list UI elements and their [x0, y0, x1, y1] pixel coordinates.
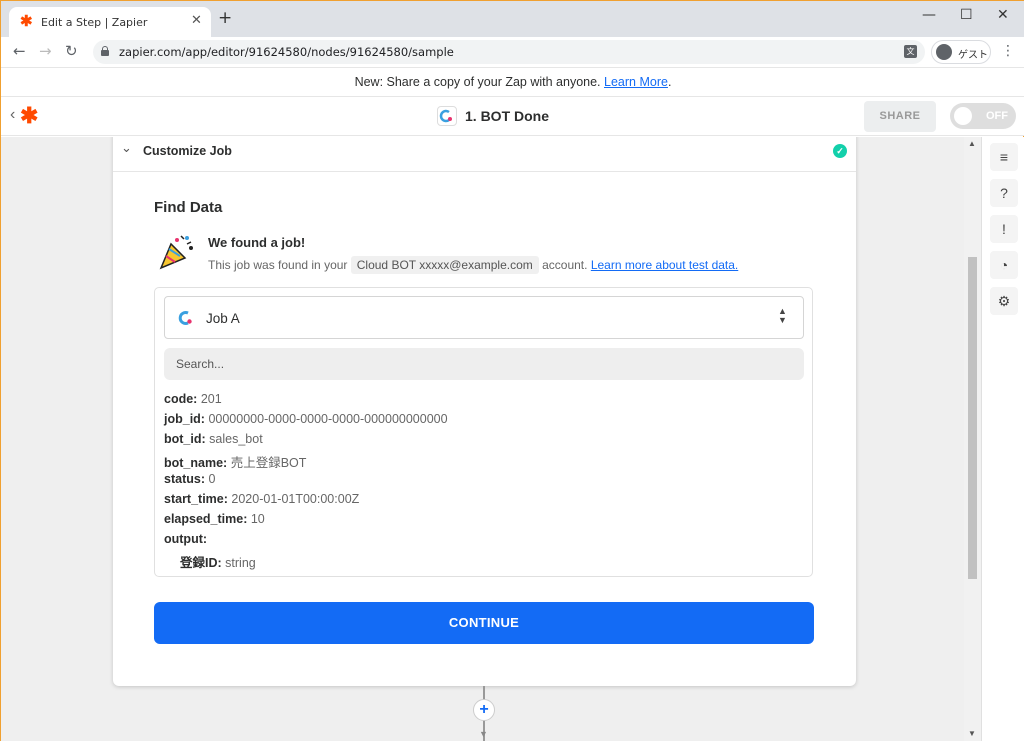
history-icon[interactable]: ◔ — [990, 251, 1018, 279]
field-key: code: — [164, 392, 198, 406]
step-card: ⌄ Customize Job ✓ Find Data We found a j… — [113, 137, 856, 686]
section-title: Customize Job — [143, 144, 232, 158]
translate-icon[interactable]: 文 — [904, 45, 917, 58]
browser-tab[interactable]: ✱ Edit a Step | Zapier ✕ — [9, 7, 211, 37]
tab-bar: ✱ Edit a Step | Zapier ✕ + — ☐ ✕ — [1, 1, 1024, 37]
gear-icon[interactable]: ⚙ — [990, 287, 1018, 315]
learn-more-test-data-link[interactable]: Learn more about test data. — [591, 258, 738, 272]
toggle-knob — [954, 107, 972, 125]
customize-job-header[interactable]: ⌄ Customize Job ✓ — [113, 137, 856, 172]
field-value: sales_bot — [209, 432, 263, 446]
tab-title: Edit a Step | Zapier — [41, 16, 148, 29]
forward-icon[interactable]: → — [39, 42, 52, 60]
cloud-bot-job-icon — [177, 309, 195, 327]
avatar-icon — [936, 44, 952, 60]
vertical-scrollbar[interactable]: ▲ ▼ — [964, 137, 981, 741]
scroll-up-icon[interactable]: ▲ — [968, 139, 976, 148]
continue-button[interactable]: CONTINUE — [154, 602, 814, 644]
party-popper-icon — [157, 232, 197, 272]
search-input[interactable] — [164, 348, 804, 380]
details-icon[interactable]: ≡ — [990, 143, 1018, 171]
field-row: bot_name: 売上登録BOT — [164, 452, 306, 471]
field-key: elapsed_time: — [164, 512, 248, 526]
right-sidebar: ≡ ? ! ◔ ⚙ — [981, 137, 1024, 741]
learn-more-link[interactable]: Learn More — [604, 75, 668, 89]
field-row: status: 0 — [164, 472, 215, 486]
back-chevron-icon[interactable]: ‹ — [10, 106, 15, 124]
field-row: start_time: 2020-01-01T00:00:00Z — [164, 492, 359, 506]
scrollbar-thumb[interactable] — [968, 257, 977, 579]
lock-icon — [101, 46, 109, 56]
zapier-favicon-icon: ✱ — [20, 13, 33, 30]
new-tab-button[interactable]: + — [218, 10, 232, 27]
field-key: 登録ID: — [180, 556, 222, 570]
found-prefix: This job was found in your — [208, 258, 348, 272]
field-value: 00000000-0000-0000-0000-000000000000 — [208, 412, 448, 426]
field-value: 201 — [200, 392, 222, 406]
field-value: 売上登録BOT — [230, 456, 307, 470]
found-description: This job was found in your Cloud BOT xxx… — [208, 256, 738, 274]
field-value: string — [225, 556, 256, 570]
profile-button[interactable]: ゲスト — [931, 40, 991, 64]
field-value: 2020-01-01T00:00:00Z — [231, 492, 360, 506]
field-value: 0 — [208, 472, 216, 486]
add-step-button[interactable]: + — [473, 699, 495, 721]
find-data-title: Find Data — [154, 199, 223, 216]
reload-icon[interactable]: ↻ — [65, 42, 78, 60]
found-suffix: account. — [542, 258, 588, 272]
field-key: job_id: — [164, 412, 205, 426]
url-text: zapier.com/app/editor/91624580/nodes/916… — [119, 45, 454, 59]
field-row: output: — [164, 532, 207, 546]
browser-toolbar: ← → ↻ zapier.com/app/editor/91624580/nod… — [1, 37, 1024, 67]
check-icon: ✓ — [833, 144, 847, 158]
account-name: Cloud BOT xxxxx@example.com — [356, 258, 533, 272]
maximize-icon[interactable]: ☐ — [960, 7, 973, 23]
field-key: start_time: — [164, 492, 228, 506]
scroll-down-icon[interactable]: ▼ — [968, 729, 976, 738]
zapier-logo-icon[interactable]: ✱ — [20, 105, 38, 127]
chevron-down-icon[interactable]: ⌄ — [121, 141, 132, 156]
field-row: bot_id: sales_bot — [164, 432, 263, 446]
banner-text: New: Share a copy of your Zap with anyon… — [354, 75, 605, 89]
share-button[interactable]: SHARE — [864, 101, 936, 132]
editor-header: ‹ ✱ 1. BOT Done SHARE OFF — [1, 97, 1024, 136]
field-row: job_id: 00000000-0000-0000-0000-00000000… — [164, 412, 448, 426]
cloud-bot-app-icon — [437, 106, 457, 126]
close-window-icon[interactable]: ✕ — [997, 7, 1009, 23]
selected-job: Job A — [206, 311, 240, 326]
address-bar[interactable]: zapier.com/app/editor/91624580/nodes/916… — [93, 40, 925, 64]
zap-toggle[interactable]: OFF — [950, 103, 1016, 129]
select-arrows-icon: ▲ ▼ — [778, 306, 787, 325]
field-row: code: 201 — [164, 392, 222, 406]
step-title: 1. BOT Done — [465, 108, 550, 124]
account-pill: Cloud BOT xxxxx@example.com — [350, 256, 539, 274]
alert-icon[interactable]: ! — [990, 215, 1018, 243]
field-key: bot_id: — [164, 432, 206, 446]
profile-name: ゲスト — [958, 50, 988, 61]
back-icon[interactable]: ← — [13, 42, 26, 60]
arrow-down-icon: ▼ — [479, 729, 488, 739]
field-key: bot_name: — [164, 456, 228, 470]
field-key: output: — [164, 532, 208, 546]
browser-window: ✱ Edit a Step | Zapier ✕ + — ☐ ✕ ← → ↻ z… — [0, 0, 1024, 741]
toggle-label: OFF — [986, 110, 1008, 122]
help-icon[interactable]: ? — [990, 179, 1018, 207]
found-title: We found a job! — [208, 235, 306, 250]
close-tab-icon[interactable]: ✕ — [191, 13, 202, 28]
announcement-banner: New: Share a copy of your Zap with anyon… — [1, 67, 1024, 97]
field-key: status: — [164, 472, 205, 486]
editor-canvas: ⌄ Customize Job ✓ Find Data We found a j… — [1, 137, 981, 741]
job-data-box: Job A ▲▼ code: 201 job_id: 00000000-0000… — [154, 287, 813, 577]
job-select[interactable]: Job A ▲ ▼ — [164, 296, 804, 339]
minimize-icon[interactable]: — — [922, 7, 936, 23]
menu-icon[interactable]: ⋮ — [1001, 43, 1015, 59]
field-value: 10 — [250, 512, 265, 526]
field-row-nested: 登録ID: string — [180, 552, 256, 571]
banner-suffix: . — [667, 75, 672, 89]
field-row: elapsed_time: 10 — [164, 512, 265, 526]
